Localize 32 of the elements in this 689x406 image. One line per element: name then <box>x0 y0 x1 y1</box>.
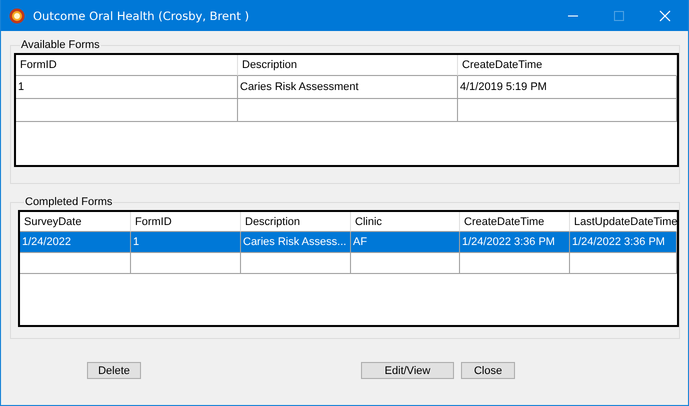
table-cell[interactable]: Caries Risk Assessment <box>238 76 458 99</box>
table-cell[interactable]: 1 <box>16 76 238 99</box>
table-cell[interactable]: 1/24/2022 <box>20 232 131 253</box>
data-grid[interactable]: SurveyDate FormID Description Clinic CreateDateTime LastUpdateDateTime 1/24/2022 1 Caries Risk Assess... AF 1/24/2022 3:36 PM 1/24/2022 3:36 PM <box>18 210 679 327</box>
close-icon <box>659 10 671 22</box>
table-cell[interactable]: 4/1/2019 5:19 PM <box>458 76 677 99</box>
column-header[interactable]: CreateDateTime <box>458 55 677 76</box>
window-title: Outcome Oral Health (Crosby, Brent ) <box>33 8 250 22</box>
table-cell[interactable] <box>238 99 458 122</box>
table-cell[interactable]: AF <box>351 232 460 253</box>
group-title: Available Forms <box>20 39 101 51</box>
column-header[interactable]: Description <box>238 55 458 76</box>
table-cell[interactable] <box>351 253 460 274</box>
table-cell[interactable] <box>16 99 238 122</box>
table-cell[interactable]: 1 <box>131 232 241 253</box>
table-cell[interactable] <box>460 253 570 274</box>
table-cell[interactable]: 1/24/2022 3:36 PM <box>570 232 677 253</box>
dialog-button[interactable]: Delete <box>87 362 141 379</box>
group-title: Completed Forms <box>24 196 114 208</box>
dialog-button[interactable]: Close <box>461 362 515 379</box>
table-cell[interactable] <box>131 253 241 274</box>
sun-icon <box>9 8 25 24</box>
data-grid[interactable]: FormID Description CreateDateTime 1 Caries Risk Assessment 4/1/2019 5:19 PM <box>14 53 679 167</box>
table-cell[interactable] <box>20 253 131 274</box>
dialog-button[interactable]: Edit/View <box>361 362 454 379</box>
table-cell[interactable] <box>570 253 677 274</box>
column-header[interactable]: FormID <box>16 55 238 76</box>
table-cell[interactable]: 1/24/2022 3:36 PM <box>460 232 570 253</box>
maximize-icon <box>614 10 624 20</box>
table-cell[interactable] <box>458 99 677 122</box>
table-cell[interactable]: Caries Risk Assess... <box>241 232 351 253</box>
table-cell[interactable] <box>241 253 351 274</box>
